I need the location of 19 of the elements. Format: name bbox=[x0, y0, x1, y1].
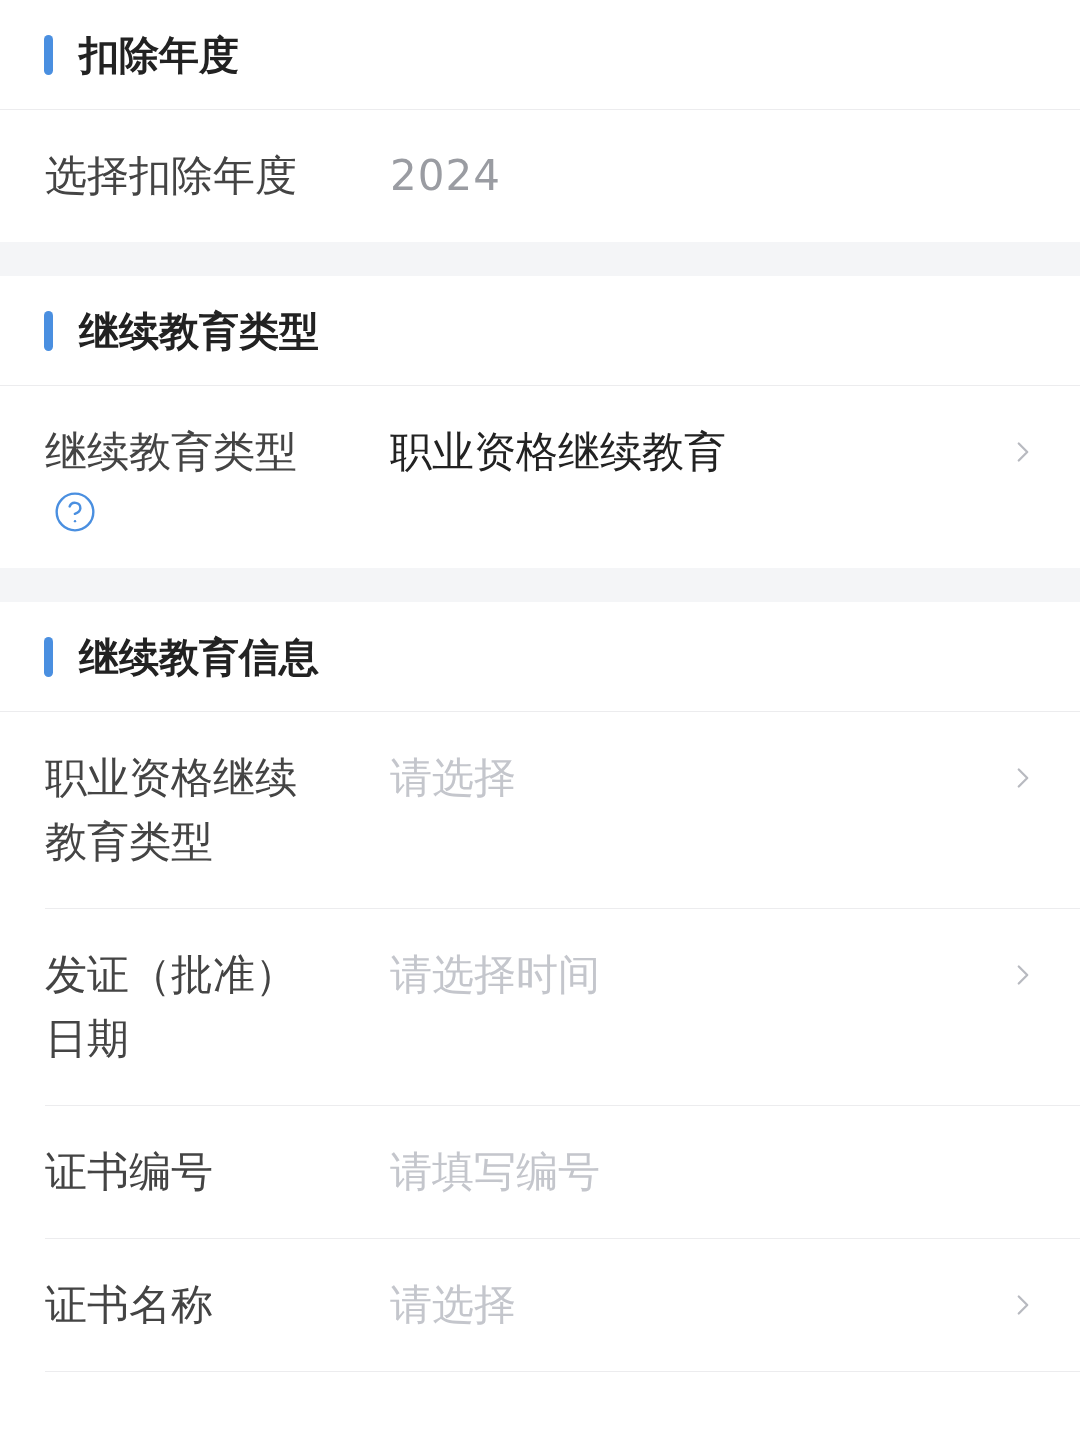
input-field[interactable]: 请填写编号 bbox=[390, 1140, 1040, 1204]
field-label: 选择扣除年度 bbox=[45, 150, 298, 202]
field-label: 继续教育类型 bbox=[45, 426, 298, 478]
select-field[interactable]: 职业资格继续教育 bbox=[390, 420, 1080, 484]
select-field[interactable]: 请选择时间 bbox=[390, 943, 1080, 1007]
field-label: 发证（批准）日期 bbox=[45, 949, 298, 1065]
section-marker bbox=[44, 636, 53, 677]
field-label: 职业资格继续教育类型 bbox=[45, 752, 298, 868]
section-marker bbox=[44, 310, 53, 351]
help-icon[interactable] bbox=[53, 490, 97, 534]
field-label: 证书编号 bbox=[45, 1146, 214, 1198]
select-field[interactable]: 请选择 bbox=[390, 746, 1080, 810]
section-title: 继续教育信息 bbox=[79, 632, 319, 682]
section-marker bbox=[44, 34, 53, 75]
field-value: 2024 bbox=[390, 150, 501, 202]
field-label: 证书名称 bbox=[45, 1279, 214, 1331]
section-title: 继续教育类型 bbox=[79, 306, 319, 356]
select-field[interactable]: 请选择 bbox=[390, 1273, 1080, 1337]
section-title: 扣除年度 bbox=[79, 30, 239, 80]
